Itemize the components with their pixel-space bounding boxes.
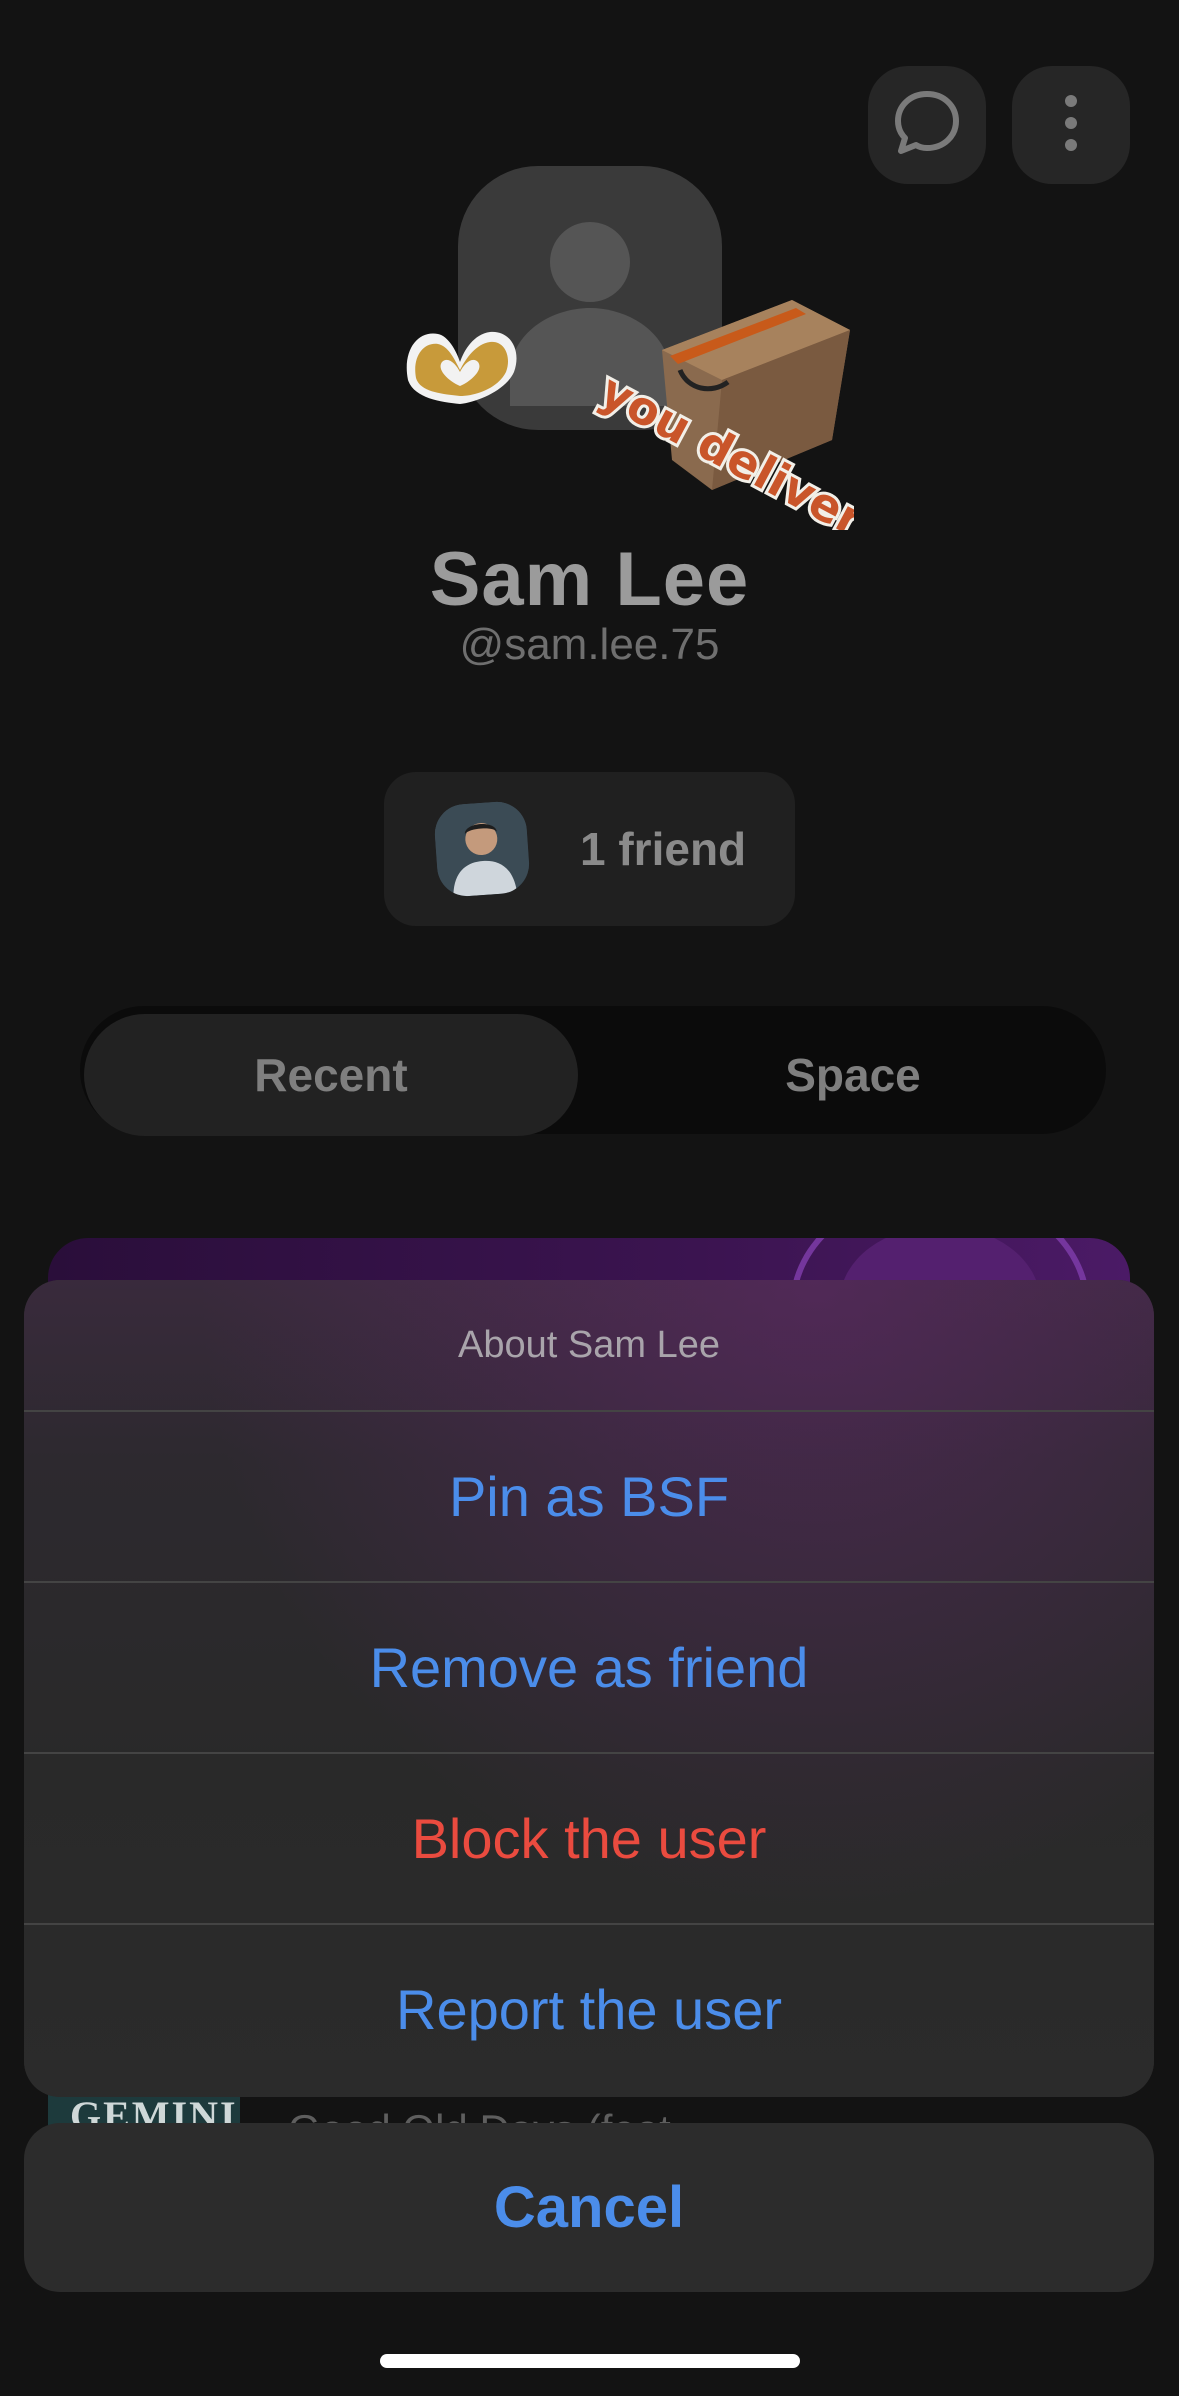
heart-hands-sticker bbox=[398, 310, 528, 410]
home-indicator[interactable] bbox=[380, 2354, 800, 2368]
friends-button[interactable]: 1 friend bbox=[384, 772, 795, 926]
friends-count-label: 1 friend bbox=[580, 823, 747, 875]
vertical-ellipsis-icon bbox=[1061, 93, 1081, 158]
you-delivered-sticker: you delivered bbox=[589, 290, 932, 580]
profile-name: Sam Lee bbox=[429, 537, 750, 622]
profile-handle: @sam.lee.75 bbox=[459, 620, 720, 669]
report-user-button[interactable]: Report the user bbox=[24, 1923, 1154, 2094]
chat-bubble-icon bbox=[892, 88, 962, 163]
cancel-button[interactable]: Cancel bbox=[24, 2123, 1154, 2292]
action-sheet: About Sam Lee Pin as BSF Remove as frien… bbox=[24, 1280, 1154, 2097]
friend-avatar bbox=[432, 799, 532, 899]
remove-friend-button[interactable]: Remove as friend bbox=[24, 1581, 1154, 1752]
block-user-button[interactable]: Block the user bbox=[24, 1752, 1154, 1923]
tab-space[interactable]: Space bbox=[606, 1014, 1100, 1136]
profile-tabs: Recent Space bbox=[80, 1006, 1106, 1136]
tab-recent[interactable]: Recent bbox=[84, 1014, 578, 1136]
chat-button[interactable] bbox=[868, 66, 986, 184]
action-sheet-title: About Sam Lee bbox=[458, 1323, 720, 1366]
pin-as-bsf-button[interactable]: Pin as BSF bbox=[24, 1410, 1154, 1581]
more-options-button[interactable] bbox=[1012, 66, 1130, 184]
